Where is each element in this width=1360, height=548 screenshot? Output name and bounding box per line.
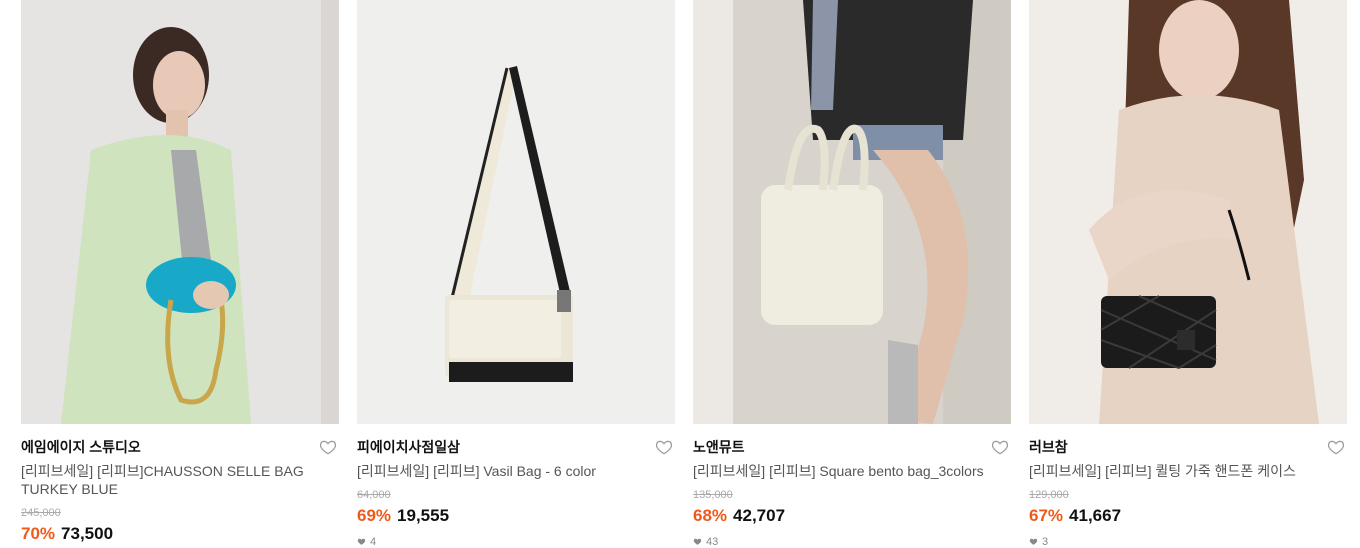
discount-rate: 68%: [693, 506, 728, 525]
product-card[interactable]: 피에이치사점일삼 [리피브세일] [리피브] Vasil Bag - 6 col…: [357, 0, 675, 548]
sale-price-row: 69% 19,555: [357, 506, 449, 526]
like-count: 3: [1029, 536, 1048, 548]
heart-outline-icon[interactable]: [655, 438, 673, 456]
heart-outline-icon[interactable]: [1327, 438, 1345, 456]
like-count-value: 3: [1042, 536, 1049, 548]
original-price: 245,000: [21, 507, 61, 519]
sale-price: 41,667: [1069, 506, 1122, 525]
product-image[interactable]: [693, 0, 1011, 424]
brand-name[interactable]: 에임에이지 스튜디오: [21, 437, 141, 457]
like-count: 4: [357, 536, 376, 548]
discount-rate: 70%: [21, 524, 56, 543]
like-count: 43: [693, 536, 718, 548]
sale-price-row: 70% 73,500: [21, 524, 113, 544]
sale-price-row: 67% 41,667: [1029, 506, 1121, 526]
heart-outline-icon[interactable]: [319, 438, 337, 456]
sale-price: 73,500: [61, 524, 114, 543]
original-price: 135,000: [693, 489, 733, 501]
product-image[interactable]: [21, 0, 339, 424]
heart-filled-icon: [357, 538, 366, 545]
product-card[interactable]: 노앤뮤트 [리피브세일] [리피브] Square bento bag_3col…: [693, 0, 1011, 548]
product-card[interactable]: 에임에이지 스튜디오 [리피브세일] [리피브]CHAUSSON SELLE B…: [21, 0, 339, 547]
discount-rate: 69%: [357, 506, 392, 525]
price-block: 245,000 70% 73,500: [21, 507, 113, 544]
product-title[interactable]: [리피브세일] [리피브] Vasil Bag - 6 color: [357, 462, 657, 480]
price-block: 129,000 67% 41,667: [1029, 489, 1121, 526]
price-block: 64,000 69% 19,555: [357, 489, 449, 526]
original-price: 64,000: [357, 489, 391, 501]
sale-price: 19,555: [397, 506, 450, 525]
price-block: 135,000 68% 42,707: [693, 489, 785, 526]
product-image[interactable]: [1029, 0, 1347, 424]
sale-price-row: 68% 42,707: [693, 506, 785, 526]
discount-rate: 67%: [1029, 506, 1064, 525]
heart-filled-icon: [1029, 538, 1038, 545]
original-price: 129,000: [1029, 489, 1069, 501]
product-title[interactable]: [리피브세일] [리피브] 퀼팅 가죽 핸드폰 케이스: [1029, 462, 1329, 480]
product-title[interactable]: [리피브세일] [리피브]CHAUSSON SELLE BAG TURKEY B…: [21, 462, 321, 498]
like-count-value: 4: [370, 536, 377, 548]
product-title[interactable]: [리피브세일] [리피브] Square bento bag_3colors: [693, 462, 993, 480]
heart-filled-icon: [693, 538, 702, 545]
like-count-value: 43: [706, 536, 719, 548]
brand-name[interactable]: 노앤뮤트: [693, 437, 745, 457]
product-image[interactable]: [357, 0, 675, 424]
heart-outline-icon[interactable]: [991, 438, 1009, 456]
sale-price: 42,707: [733, 506, 786, 525]
brand-name[interactable]: 러브참: [1029, 437, 1068, 457]
product-card[interactable]: 러브참 [리피브세일] [리피브] 퀼팅 가죽 핸드폰 케이스 129,000 …: [1029, 0, 1347, 548]
brand-name[interactable]: 피에이치사점일삼: [357, 437, 460, 457]
